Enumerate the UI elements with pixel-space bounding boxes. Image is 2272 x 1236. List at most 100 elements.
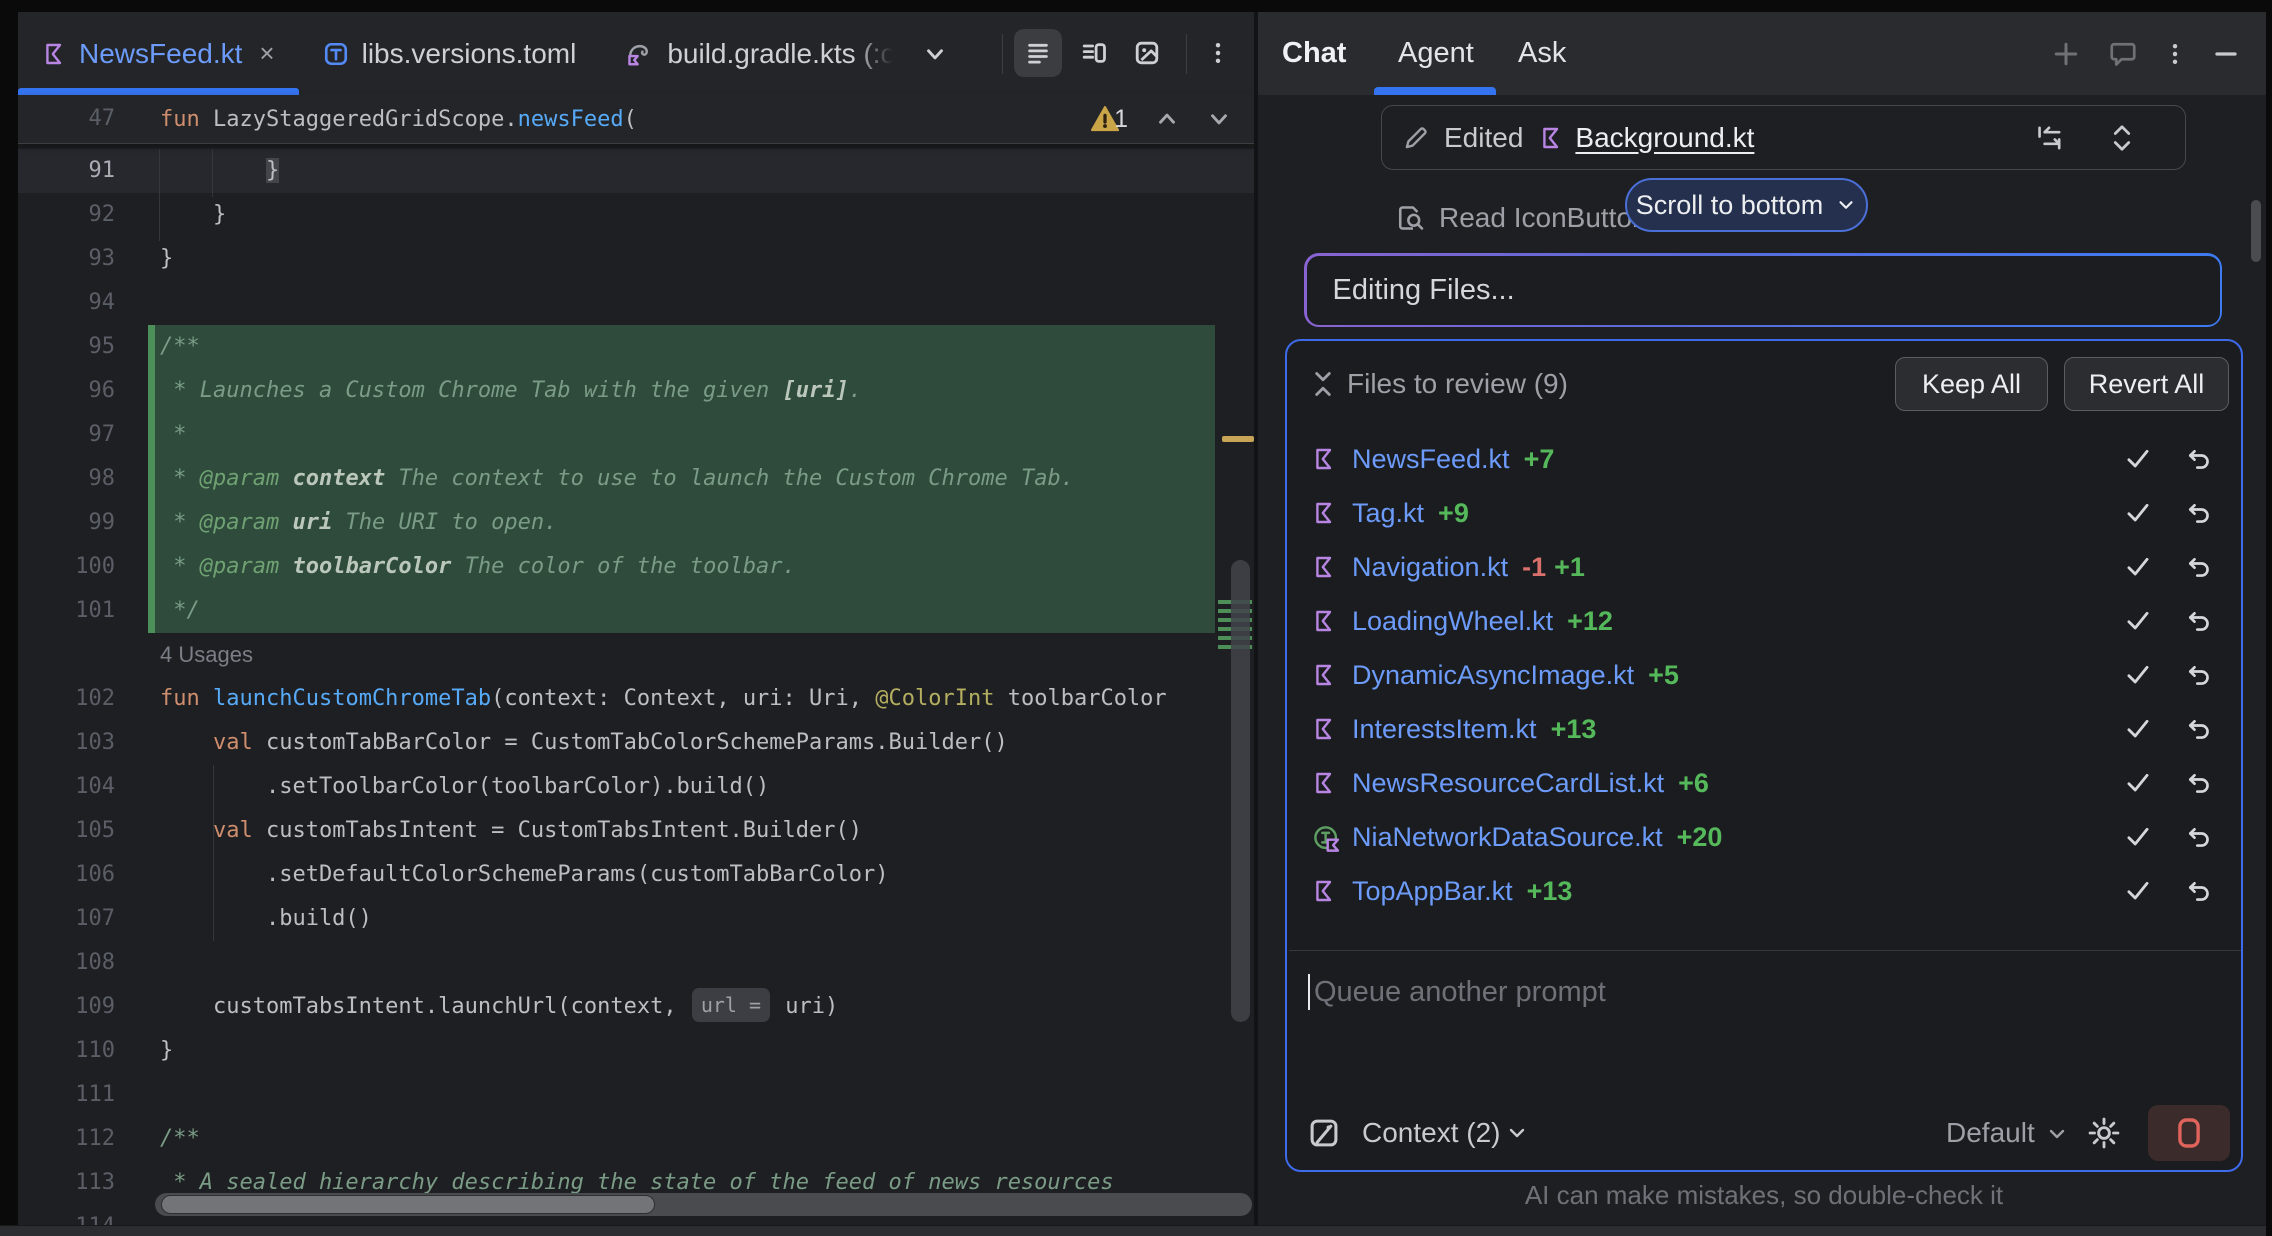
review-file-row[interactable]: DynamicAsyncImage.kt+5	[1287, 648, 2241, 702]
scroll-to-bottom-button[interactable]: Scroll to bottom	[1625, 178, 1868, 232]
settings-gear-icon[interactable]	[2085, 1114, 2123, 1152]
new-chat-icon[interactable]	[2046, 34, 2086, 74]
editor-horizontal-scrollbar[interactable]	[155, 1193, 1252, 1216]
keep-file-button[interactable]	[2121, 874, 2155, 908]
edited-file-card[interactable]: Edited Background.kt	[1381, 105, 2186, 170]
tab-newsfeed-kt[interactable]: NewsFeed.kt ×	[18, 12, 299, 95]
keep-file-button[interactable]	[2121, 550, 2155, 584]
stop-generation-button[interactable]	[2148, 1105, 2230, 1161]
editor-vertical-scrollbar[interactable]	[1231, 560, 1250, 1022]
file-link[interactable]: NiaNetworkDataSource.kt	[1352, 822, 1663, 853]
revert-file-button[interactable]	[2181, 550, 2215, 584]
interface-file-icon	[1312, 824, 1342, 854]
tab-ask[interactable]: Ask	[1518, 12, 1566, 95]
prev-issue-icon[interactable]	[1154, 106, 1180, 132]
chevron-down-icon[interactable]	[922, 41, 948, 67]
tab-agent[interactable]: Agent	[1398, 12, 1474, 95]
code-line[interactable]: 100 * @param toolbarColor The color of t…	[18, 545, 1254, 589]
revert-all-button[interactable]: Revert All	[2064, 357, 2229, 411]
code-line[interactable]: 91 }	[18, 149, 1254, 193]
chat-more-options-icon[interactable]	[2155, 34, 2195, 74]
context-dropdown[interactable]: Context (2)	[1362, 1103, 1501, 1163]
code-line[interactable]: 94	[18, 281, 1254, 325]
warning-stripe-mark[interactable]	[1222, 436, 1254, 442]
review-file-row[interactable]: Navigation.kt-1+1	[1287, 540, 2241, 594]
next-issue-icon[interactable]	[1206, 106, 1232, 132]
tab-build-gradle-kts[interactable]: build.gradle.kts (:c	[600, 12, 971, 95]
attach-context-icon[interactable]	[1307, 1116, 1341, 1150]
split-editor-icon[interactable]	[1070, 29, 1118, 77]
file-link[interactable]: NewsFeed.kt	[1352, 444, 1510, 475]
show-diff-icon[interactable]	[2033, 122, 2065, 154]
code-line[interactable]: 111	[18, 1073, 1254, 1117]
scrollbar-thumb[interactable]	[161, 1195, 655, 1214]
file-link[interactable]: Navigation.kt	[1352, 552, 1508, 583]
keep-all-button[interactable]: Keep All	[1895, 357, 2048, 411]
code-line[interactable]: 96 * Launches a Custom Chrome Tab with t…	[18, 369, 1254, 413]
code-line[interactable]: 97 *	[18, 413, 1254, 457]
code-line[interactable]: 110}	[18, 1029, 1254, 1073]
file-link[interactable]: InterestsItem.kt	[1352, 714, 1537, 745]
code-line[interactable]: 107 .build()	[18, 897, 1254, 941]
code-line[interactable]: 106 .setDefaultColorSchemeParams(customT…	[18, 853, 1254, 897]
keep-file-button[interactable]	[2121, 658, 2155, 692]
file-link[interactable]: TopAppBar.kt	[1352, 876, 1513, 907]
code-line[interactable]: 93}	[18, 237, 1254, 281]
file-link[interactable]: DynamicAsyncImage.kt	[1352, 660, 1634, 691]
review-file-row[interactable]: InterestsItem.kt+13	[1287, 702, 2241, 756]
editor-list-view-icon[interactable]	[1014, 29, 1062, 77]
code-line[interactable]: 102fun launchCustomChromeTab(context: Co…	[18, 677, 1254, 721]
revert-file-button[interactable]	[2181, 874, 2215, 908]
close-tab-icon[interactable]: ×	[259, 38, 274, 69]
code-line[interactable]: 103 val customTabBarColor = CustomTabCol…	[18, 721, 1254, 765]
expand-card-icon[interactable]	[2107, 121, 2137, 155]
revert-file-button[interactable]	[2181, 820, 2215, 854]
revert-file-button[interactable]	[2181, 766, 2215, 800]
code-line[interactable]: 99 * @param uri The URI to open.	[18, 501, 1254, 545]
editor-more-options-icon[interactable]	[1194, 29, 1242, 77]
image-preview-icon[interactable]	[1123, 29, 1171, 77]
chat-scrollbar[interactable]	[2251, 200, 2261, 262]
minimize-panel-icon[interactable]	[2206, 34, 2246, 74]
review-file-row[interactable]: NewsFeed.kt+7	[1287, 432, 2241, 486]
review-file-row[interactable]: NiaNetworkDataSource.kt+20	[1287, 810, 2241, 864]
review-file-row[interactable]: Tag.kt+9	[1287, 486, 2241, 540]
keep-file-button[interactable]	[2121, 766, 2155, 800]
tab-chat[interactable]: Chat	[1282, 12, 1346, 95]
review-file-row[interactable]: LoadingWheel.kt+12	[1287, 594, 2241, 648]
keep-file-button[interactable]	[2121, 442, 2155, 476]
code-line[interactable]: 101 */	[18, 589, 1254, 633]
model-dropdown[interactable]: Default	[1946, 1103, 2035, 1163]
chat-history-icon[interactable]	[2103, 34, 2143, 74]
revert-file-button[interactable]	[2181, 604, 2215, 638]
edited-file-link[interactable]: Background.kt	[1575, 122, 1754, 154]
warning-indicator[interactable]: 1	[1090, 105, 1128, 134]
file-link[interactable]: Tag.kt	[1352, 498, 1424, 529]
code-line[interactable]: 104 .setToolbarColor(toolbarColor).build…	[18, 765, 1254, 809]
code-line[interactable]: 98 * @param context The context to use t…	[18, 457, 1254, 501]
collapse-section-icon[interactable]	[1309, 369, 1337, 399]
code-line[interactable]: 92 }	[18, 193, 1254, 237]
keep-file-button[interactable]	[2121, 496, 2155, 530]
file-link[interactable]: LoadingWheel.kt	[1352, 606, 1553, 637]
chevron-down-icon[interactable]	[2045, 1122, 2069, 1146]
review-file-row[interactable]: TopAppBar.kt+13	[1287, 864, 2241, 918]
code-line[interactable]: 105 val customTabsIntent = CustomTabsInt…	[18, 809, 1254, 853]
revert-file-button[interactable]	[2181, 496, 2215, 530]
revert-file-button[interactable]	[2181, 658, 2215, 692]
usages-inlay-hint[interactable]: 4 Usages	[18, 633, 1254, 677]
code-line[interactable]: 112/**	[18, 1117, 1254, 1161]
keep-file-button[interactable]	[2121, 820, 2155, 854]
keep-file-button[interactable]	[2121, 604, 2155, 638]
keep-file-button[interactable]	[2121, 712, 2155, 746]
file-link[interactable]: NewsResourceCardList.kt	[1352, 768, 1664, 799]
chevron-down-icon[interactable]	[1505, 1121, 1529, 1145]
review-file-row[interactable]: NewsResourceCardList.kt+6	[1287, 756, 2241, 810]
tab-libs-versions-toml[interactable]: libs.versions.toml	[299, 12, 601, 95]
revert-file-button[interactable]	[2181, 442, 2215, 476]
code-line[interactable]: 95/**	[18, 325, 1254, 369]
prompt-input[interactable]: Queue another prompt	[1308, 974, 1606, 1010]
code-line[interactable]: 109 customTabsIntent.launchUrl(context, …	[18, 985, 1254, 1029]
revert-file-button[interactable]	[2181, 712, 2215, 746]
code-line[interactable]: 108	[18, 941, 1254, 985]
